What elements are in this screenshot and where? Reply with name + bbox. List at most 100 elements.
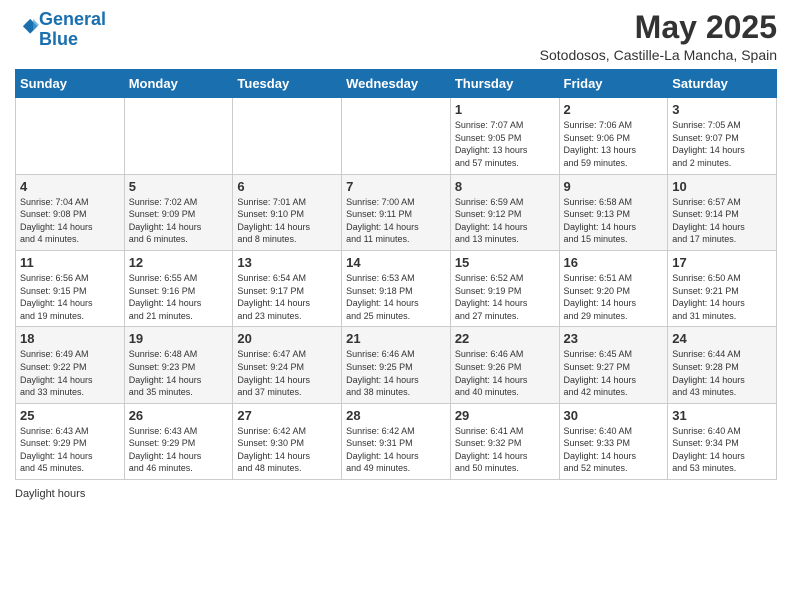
- calendar-cell: 12Sunrise: 6:55 AM Sunset: 9:16 PM Dayli…: [124, 250, 233, 326]
- calendar-cell: 19Sunrise: 6:48 AM Sunset: 9:23 PM Dayli…: [124, 327, 233, 403]
- calendar-cell: 10 Sunrise: 6:57 AM Sunset: 9:14 PM Dayli…: [668, 174, 777, 250]
- calendar-week-5: 25Sunrise: 6:43 AM Sunset: 9:29 PM Dayli…: [16, 403, 777, 479]
- day-info: Sunrise: 6:42 AM Sunset: 9:31 PM Dayligh…: [346, 425, 446, 475]
- calendar-cell: 25Sunrise: 6:43 AM Sunset: 9:29 PM Dayli…: [16, 403, 125, 479]
- header: General Blue May 2025 Sotodosos, Castill…: [15, 10, 777, 63]
- col-header-wednesday: Wednesday: [342, 70, 451, 98]
- calendar-cell: 29 Sunrise: 6:41 AM Sunset: 9:32 PM Dayli…: [450, 403, 559, 479]
- calendar-week-2: 4 Sunrise: 7:04 AM Sunset: 9:08 PM Daylig…: [16, 174, 777, 250]
- calendar-cell: 23 Sunrise: 6:45 AM Sunset: 9:27 PM Dayli…: [559, 327, 668, 403]
- day-info: Sunrise: 6:49 AM Sunset: 9:22 PM Dayligh…: [20, 348, 120, 398]
- day-info: Sunrise: 6:53 AM Sunset: 9:18 PM Dayligh…: [346, 272, 446, 322]
- day-number: 6: [237, 179, 337, 194]
- day-number: 3: [672, 102, 772, 117]
- calendar-cell: 17 Sunrise: 6:50 AM Sunset: 9:21 PM Dayli…: [668, 250, 777, 326]
- col-header-friday: Friday: [559, 70, 668, 98]
- logo-general: General: [39, 9, 106, 29]
- day-number: 31: [672, 408, 772, 423]
- day-number: 16: [564, 255, 664, 270]
- calendar-cell: 7 Sunrise: 7:00 AM Sunset: 9:11 PM Daylig…: [342, 174, 451, 250]
- day-number: 8: [455, 179, 555, 194]
- calendar-cell: [233, 98, 342, 174]
- calendar-cell: 9Sunrise: 6:58 AM Sunset: 9:13 PM Daylig…: [559, 174, 668, 250]
- page: General Blue May 2025 Sotodosos, Castill…: [0, 0, 792, 612]
- day-number: 7: [346, 179, 446, 194]
- col-header-monday: Monday: [124, 70, 233, 98]
- calendar-cell: 24 Sunrise: 6:44 AM Sunset: 9:28 PM Dayli…: [668, 327, 777, 403]
- calendar-cell: 20Sunrise: 6:47 AM Sunset: 9:24 PM Dayli…: [233, 327, 342, 403]
- day-info: Sunrise: 6:41 AM Sunset: 9:32 PM Dayligh…: [455, 425, 555, 475]
- day-info: Sunrise: 6:43 AM Sunset: 9:29 PM Dayligh…: [129, 425, 229, 475]
- calendar-week-4: 18 Sunrise: 6:49 AM Sunset: 9:22 PM Dayli…: [16, 327, 777, 403]
- calendar-cell: 30Sunrise: 6:40 AM Sunset: 9:33 PM Dayli…: [559, 403, 668, 479]
- day-number: 18: [20, 331, 120, 346]
- day-number: 22: [455, 331, 555, 346]
- day-info: Sunrise: 6:40 AM Sunset: 9:34 PM Dayligh…: [672, 425, 772, 475]
- calendar-cell: 2 Sunrise: 7:06 AM Sunset: 9:06 PM Daylig…: [559, 98, 668, 174]
- calendar-cell: 3 Sunrise: 7:05 AM Sunset: 9:07 PM Daylig…: [668, 98, 777, 174]
- calendar-cell: [16, 98, 125, 174]
- col-header-thursday: Thursday: [450, 70, 559, 98]
- day-info: Sunrise: 7:01 AM Sunset: 9:10 PM Dayligh…: [237, 196, 337, 246]
- calendar-cell: 14 Sunrise: 6:53 AM Sunset: 9:18 PM Dayli…: [342, 250, 451, 326]
- col-header-saturday: Saturday: [668, 70, 777, 98]
- month-title: May 2025: [540, 10, 777, 45]
- calendar-header-row: SundayMondayTuesdayWednesdayThursdayFrid…: [16, 70, 777, 98]
- day-number: 28: [346, 408, 446, 423]
- day-number: 14: [346, 255, 446, 270]
- day-info: Sunrise: 6:48 AM Sunset: 9:23 PM Dayligh…: [129, 348, 229, 398]
- calendar-cell: 28 Sunrise: 6:42 AM Sunset: 9:31 PM Dayli…: [342, 403, 451, 479]
- day-info: Sunrise: 6:52 AM Sunset: 9:19 PM Dayligh…: [455, 272, 555, 322]
- calendar-week-3: 11Sunrise: 6:56 AM Sunset: 9:15 PM Dayli…: [16, 250, 777, 326]
- day-info: Sunrise: 7:00 AM Sunset: 9:11 PM Dayligh…: [346, 196, 446, 246]
- day-info: Sunrise: 7:06 AM Sunset: 9:06 PM Dayligh…: [564, 119, 664, 169]
- day-info: Sunrise: 6:56 AM Sunset: 9:15 PM Dayligh…: [20, 272, 120, 322]
- day-number: 1: [455, 102, 555, 117]
- day-number: 5: [129, 179, 229, 194]
- calendar-cell: 21 Sunrise: 6:46 AM Sunset: 9:25 PM Dayli…: [342, 327, 451, 403]
- day-number: 12: [129, 255, 229, 270]
- day-info: Sunrise: 6:44 AM Sunset: 9:28 PM Dayligh…: [672, 348, 772, 398]
- calendar-cell: 18 Sunrise: 6:49 AM Sunset: 9:22 PM Dayli…: [16, 327, 125, 403]
- day-number: 24: [672, 331, 772, 346]
- day-number: 27: [237, 408, 337, 423]
- day-number: 29: [455, 408, 555, 423]
- day-number: 30: [564, 408, 664, 423]
- day-info: Sunrise: 6:57 AM Sunset: 9:14 PM Dayligh…: [672, 196, 772, 246]
- day-info: Sunrise: 6:46 AM Sunset: 9:25 PM Dayligh…: [346, 348, 446, 398]
- day-info: Sunrise: 6:50 AM Sunset: 9:21 PM Dayligh…: [672, 272, 772, 322]
- day-info: Sunrise: 7:04 AM Sunset: 9:08 PM Dayligh…: [20, 196, 120, 246]
- calendar-cell: 26 Sunrise: 6:43 AM Sunset: 9:29 PM Dayli…: [124, 403, 233, 479]
- calendar-cell: 27Sunrise: 6:42 AM Sunset: 9:30 PM Dayli…: [233, 403, 342, 479]
- calendar-cell: 11Sunrise: 6:56 AM Sunset: 9:15 PM Dayli…: [16, 250, 125, 326]
- day-number: 9: [564, 179, 664, 194]
- calendar-week-1: 1 Sunrise: 7:07 AM Sunset: 9:05 PM Daylig…: [16, 98, 777, 174]
- day-number: 17: [672, 255, 772, 270]
- calendar-cell: 5Sunrise: 7:02 AM Sunset: 9:09 PM Daylig…: [124, 174, 233, 250]
- calendar-cell: 1 Sunrise: 7:07 AM Sunset: 9:05 PM Daylig…: [450, 98, 559, 174]
- day-number: 20: [237, 331, 337, 346]
- location: Sotodosos, Castille-La Mancha, Spain: [540, 47, 777, 63]
- calendar-cell: 31 Sunrise: 6:40 AM Sunset: 9:34 PM Dayli…: [668, 403, 777, 479]
- day-info: Sunrise: 7:07 AM Sunset: 9:05 PM Dayligh…: [455, 119, 555, 169]
- title-block: May 2025 Sotodosos, Castille-La Mancha, …: [540, 10, 777, 63]
- calendar-cell: [342, 98, 451, 174]
- calendar-cell: 22Sunrise: 6:46 AM Sunset: 9:26 PM Dayli…: [450, 327, 559, 403]
- calendar-cell: 8 Sunrise: 6:59 AM Sunset: 9:12 PM Daylig…: [450, 174, 559, 250]
- logo-blue: Blue: [39, 29, 78, 49]
- day-number: 13: [237, 255, 337, 270]
- day-number: 2: [564, 102, 664, 117]
- day-info: Sunrise: 6:45 AM Sunset: 9:27 PM Dayligh…: [564, 348, 664, 398]
- logo: General Blue: [15, 10, 106, 50]
- day-number: 10: [672, 179, 772, 194]
- day-number: 4: [20, 179, 120, 194]
- day-number: 23: [564, 331, 664, 346]
- calendar-cell: [124, 98, 233, 174]
- day-info: Sunrise: 6:59 AM Sunset: 9:12 PM Dayligh…: [455, 196, 555, 246]
- day-info: Sunrise: 7:05 AM Sunset: 9:07 PM Dayligh…: [672, 119, 772, 169]
- calendar-cell: 16Sunrise: 6:51 AM Sunset: 9:20 PM Dayli…: [559, 250, 668, 326]
- day-info: Sunrise: 6:54 AM Sunset: 9:17 PM Dayligh…: [237, 272, 337, 322]
- day-number: 21: [346, 331, 446, 346]
- day-info: Sunrise: 6:43 AM Sunset: 9:29 PM Dayligh…: [20, 425, 120, 475]
- day-number: 26: [129, 408, 229, 423]
